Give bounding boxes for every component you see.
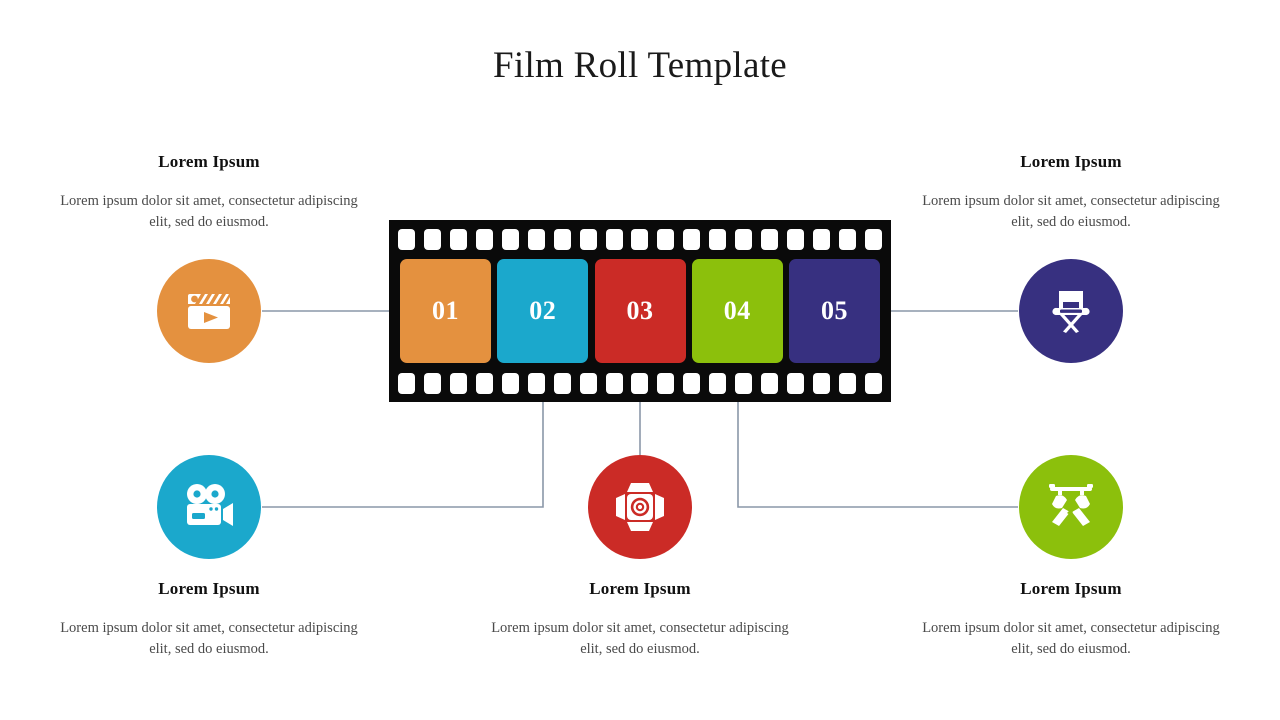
icon-circle-02[interactable] xyxy=(157,455,261,559)
crossed-stage-lights-icon xyxy=(1049,484,1093,526)
film-frame-02[interactable]: 02 xyxy=(497,259,589,363)
frame-number-01: 01 xyxy=(432,296,459,325)
heading-02: Lorem Ipsum xyxy=(158,579,260,598)
sprocket-hole xyxy=(787,372,805,394)
icon-circle-04[interactable] xyxy=(1019,455,1123,559)
sprocket-hole xyxy=(398,372,415,394)
sprocket-hole xyxy=(501,228,519,250)
sprocket-hole xyxy=(449,372,467,394)
heading-03: Lorem Ipsum xyxy=(589,579,691,598)
sprocket-hole xyxy=(423,228,441,250)
heading-01: Lorem Ipsum xyxy=(158,152,260,171)
sprocket-hole xyxy=(657,372,675,394)
sprocket-hole xyxy=(398,228,415,250)
heading-05: Lorem Ipsum xyxy=(1020,152,1122,171)
sprocket-hole xyxy=(838,372,856,394)
sprocket-hole xyxy=(553,372,571,394)
sprocket-hole xyxy=(683,372,701,394)
body-01: Lorem ipsum dolor sit amet, consectetur … xyxy=(60,193,358,231)
sprocket-hole xyxy=(864,372,882,394)
sprocket-hole xyxy=(579,228,597,250)
icon-circle-05[interactable] xyxy=(1019,259,1123,363)
sprocket-hole xyxy=(864,228,882,250)
icon-circle-01[interactable] xyxy=(157,259,261,363)
sprocket-hole xyxy=(475,228,493,250)
film-strip: 01 02 03 04 05 xyxy=(389,220,891,402)
sprocket-hole xyxy=(449,228,467,250)
film-frame-05[interactable]: 05 xyxy=(789,259,880,363)
body-02: Lorem ipsum dolor sit amet, consectetur … xyxy=(60,620,358,658)
sprocket-hole xyxy=(527,372,545,394)
sprocket-hole xyxy=(631,372,649,394)
sprocket-hole xyxy=(683,228,701,250)
sprocket-hole xyxy=(631,228,649,250)
sprocket-hole xyxy=(579,372,597,394)
heading-04: Lorem Ipsum xyxy=(1020,579,1122,598)
text-block-03: Lorem Ipsum Lorem ipsum dolor sit amet, … xyxy=(490,579,790,660)
body-03: Lorem ipsum dolor sit amet, consectetur … xyxy=(491,620,789,658)
film-frame-04[interactable]: 04 xyxy=(691,259,783,363)
film-frame-03[interactable]: 03 xyxy=(594,259,686,363)
sprocket-row-bottom xyxy=(389,368,891,398)
frame-number-03: 03 xyxy=(626,296,654,325)
page-title: Film Roll Template xyxy=(492,45,787,86)
icon-circle-03[interactable] xyxy=(588,455,692,559)
body-04: Lorem ipsum dolor sit amet, consectetur … xyxy=(922,620,1220,658)
sprocket-hole xyxy=(735,372,753,394)
sprocket-hole xyxy=(813,228,830,250)
studio-spotlight-icon xyxy=(616,483,664,531)
sprocket-row-top xyxy=(389,224,891,254)
sprocket-hole xyxy=(657,228,675,250)
frame-number-04: 04 xyxy=(723,296,751,325)
sprocket-hole xyxy=(501,372,519,394)
sprocket-hole xyxy=(605,372,623,394)
sprocket-hole xyxy=(761,228,779,250)
sprocket-hole xyxy=(605,228,623,250)
text-block-04: Lorem Ipsum Lorem ipsum dolor sit amet, … xyxy=(921,579,1221,660)
clapperboard-play-icon xyxy=(188,294,230,329)
sprocket-hole xyxy=(838,228,856,250)
sprocket-hole xyxy=(735,228,753,250)
text-block-01: Lorem Ipsum Lorem ipsum dolor sit amet, … xyxy=(59,152,359,233)
sprocket-hole xyxy=(709,372,727,394)
sprocket-hole xyxy=(761,372,779,394)
sprocket-hole xyxy=(475,372,493,394)
slide-canvas: Film Roll Template 01 02 03 04 05 Lorem … xyxy=(0,0,1280,720)
sprocket-hole xyxy=(527,228,545,250)
text-block-05: Lorem Ipsum Lorem ipsum dolor sit amet, … xyxy=(921,152,1221,233)
sprocket-hole xyxy=(709,228,727,250)
sprocket-hole xyxy=(423,372,441,394)
body-05: Lorem ipsum dolor sit amet, consectetur … xyxy=(922,193,1220,231)
sprocket-hole xyxy=(787,228,805,250)
film-frames: 01 02 03 04 05 xyxy=(400,259,880,363)
film-frame-01[interactable]: 01 xyxy=(400,259,491,363)
sprocket-hole xyxy=(813,372,830,394)
movie-camera-icon xyxy=(187,484,233,526)
sprocket-hole xyxy=(553,228,571,250)
frame-number-02: 02 xyxy=(529,296,557,325)
frame-number-05: 05 xyxy=(821,296,848,325)
text-block-02: Lorem Ipsum Lorem ipsum dolor sit amet, … xyxy=(59,579,359,660)
director-chair-icon xyxy=(1052,291,1090,333)
